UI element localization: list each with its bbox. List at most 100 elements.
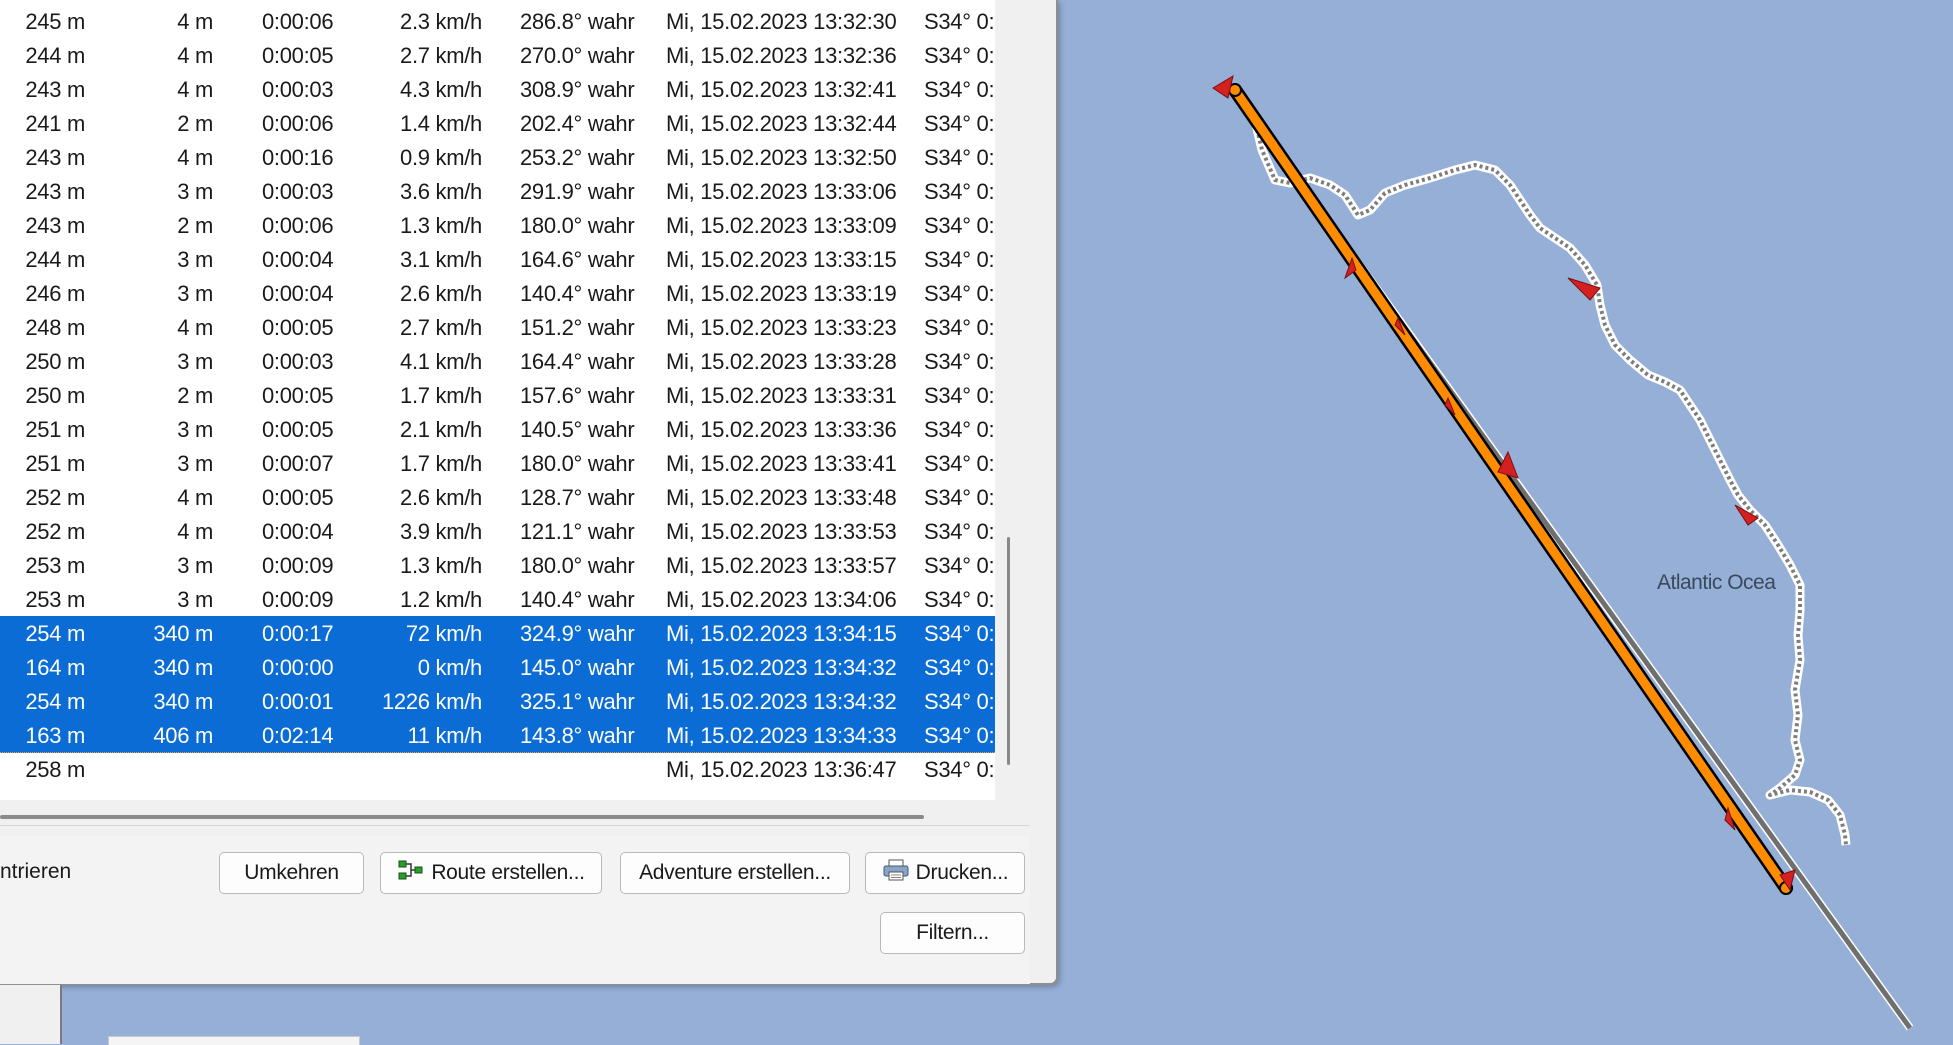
table-row[interactable]: 244 m 3 m 0:00:04 3.1 km/h 164.6° wahr Mi, 15…: [0, 242, 995, 276]
table-row[interactable]: 246 m 3 m 0:00:04 2.6 km/h 140.4° wahr Mi, 15…: [0, 276, 995, 310]
table-row[interactable]: 252 m 4 m 0:00:04 3.9 km/h 121.1° wahr Mi, 15…: [0, 514, 995, 548]
duration-cell: 0:00:05: [262, 43, 334, 68]
table-row[interactable]: 254 m 340 m 0:00:01 1226 km/h 325.1° wahr Mi,…: [0, 684, 995, 718]
course-cell: 308.9° wahr: [520, 77, 635, 102]
table-row[interactable]: 252 m 4 m 0:00:05 2.6 km/h 128.7° wahr Mi, 15…: [0, 480, 995, 514]
center-option-label[interactable]: ntrieren: [0, 860, 71, 884]
timestamp-cell: Mi, 15.02.2023 13:32:30: [666, 9, 897, 34]
position-cell: S34° 0:: [924, 757, 995, 782]
distance-cell: 3 m: [177, 417, 213, 442]
duration-cell: 0:02:14: [262, 723, 334, 748]
timestamp-cell: Mi, 15.02.2023 13:34:15: [666, 621, 897, 646]
printer-icon: [882, 858, 910, 888]
table-row[interactable]: 250 m 3 m 0:00:03 4.1 km/h 164.4° wahr Mi, 15…: [0, 344, 995, 378]
course-cell: 140.5° wahr: [520, 417, 635, 442]
table-row[interactable]: 164 m 340 m 0:00:00 0 km/h 145.0° wahr Mi, 15…: [0, 650, 995, 684]
duration-cell: 0:00:05: [262, 315, 334, 340]
vertical-scrollbar-thumb[interactable]: [1007, 537, 1010, 765]
duration-cell: 0:00:05: [262, 383, 334, 408]
reverse-button-label: Umkehren: [244, 861, 339, 884]
speed-cell: 3.9 km/h: [400, 519, 482, 544]
position-cell: S34° 0:: [924, 43, 995, 68]
position-cell: S34° 0:: [924, 689, 995, 714]
course-cell: 180.0° wahr: [520, 451, 635, 476]
recorded-track-line[interactable]: [1229, 86, 1851, 846]
distance-cell: 3 m: [177, 587, 213, 612]
table-row[interactable]: 248 m 4 m 0:00:05 2.7 km/h 151.2° wahr Mi, 15…: [0, 310, 995, 344]
table-row[interactable]: 253 m 3 m 0:00:09 1.2 km/h 140.4° wahr Mi, 15…: [0, 582, 995, 616]
duration-cell: 0:00:03: [262, 77, 334, 102]
position-cell: S34° 0:: [924, 77, 995, 102]
table-row[interactable]: 258 m Mi, 15.02.2023 13:36:47 S34° 0:: [0, 752, 995, 786]
distance-cell: 2 m: [177, 383, 213, 408]
course-cell: 145.0° wahr: [520, 655, 635, 680]
reverse-button[interactable]: Umkehren: [219, 852, 364, 894]
timestamp-cell: Mi, 15.02.2023 13:34:32: [666, 689, 897, 714]
course-cell: 325.1° wahr: [520, 689, 635, 714]
altitude-cell: 163 m: [25, 723, 85, 748]
timestamp-cell: Mi, 15.02.2023 13:32:36: [666, 43, 897, 68]
button-panel: ntrieren Umkehren Route erstellen... Adv…: [0, 836, 1030, 984]
course-cell: 128.7° wahr: [520, 485, 635, 510]
print-button[interactable]: Drucken...: [865, 852, 1025, 894]
track-points-table[interactable]: 245 m 4 m 0:00:06 2.3 km/h 286.8° wahr Mi, 15…: [0, 0, 995, 800]
altitude-cell: 243 m: [25, 213, 85, 238]
speed-cell: 2.7 km/h: [400, 43, 482, 68]
course-cell: 180.0° wahr: [520, 213, 635, 238]
create-route-button[interactable]: Route erstellen...: [380, 852, 602, 894]
position-cell: S34° 0:: [924, 179, 995, 204]
altitude-cell: 254 m: [25, 689, 85, 714]
altitude-cell: 243 m: [25, 77, 85, 102]
duration-cell: 0:00:03: [262, 179, 334, 204]
timestamp-cell: Mi, 15.02.2023 13:33:31: [666, 383, 897, 408]
distance-cell: 4 m: [177, 9, 213, 34]
speed-cell: 1.2 km/h: [400, 587, 482, 612]
course-cell: 253.2° wahr: [520, 145, 635, 170]
distance-cell: 4 m: [177, 43, 213, 68]
timestamp-cell: Mi, 15.02.2023 13:33:09: [666, 213, 897, 238]
table-row[interactable]: 244 m 4 m 0:00:05 2.7 km/h 270.0° wahr Mi, 15…: [0, 38, 995, 72]
table-row[interactable]: 250 m 2 m 0:00:05 1.7 km/h 157.6° wahr Mi, 15…: [0, 378, 995, 412]
distance-cell: 3 m: [177, 281, 213, 306]
table-row[interactable]: 163 m 406 m 0:02:14 11 km/h 143.8° wahr Mi, 1…: [0, 718, 995, 753]
timestamp-cell: Mi, 15.02.2023 13:33:28: [666, 349, 897, 374]
create-adventure-button[interactable]: Adventure erstellen...: [620, 852, 850, 894]
table-row[interactable]: 243 m 2 m 0:00:06 1.3 km/h 180.0° wahr Mi, 15…: [0, 208, 995, 242]
table-row[interactable]: 243 m 3 m 0:00:03 3.6 km/h 291.9° wahr Mi, 15…: [0, 174, 995, 208]
timestamp-cell: Mi, 15.02.2023 13:36:47: [666, 757, 897, 782]
timestamp-cell: Mi, 15.02.2023 13:33:15: [666, 247, 897, 272]
altitude-cell: 253 m: [25, 553, 85, 578]
duration-cell: 0:00:17: [262, 621, 334, 646]
horizontal-scrollbar-thumb[interactable]: [0, 815, 924, 819]
table-row[interactable]: 251 m 3 m 0:00:07 1.7 km/h 180.0° wahr Mi, 15…: [0, 446, 995, 480]
speed-cell: 2.3 km/h: [400, 9, 482, 34]
duration-cell: 0:00:06: [262, 111, 334, 136]
background-panel: [0, 985, 62, 1044]
create-adventure-button-label: Adventure erstellen...: [639, 861, 831, 884]
timestamp-cell: Mi, 15.02.2023 13:33:06: [666, 179, 897, 204]
course-cell: 140.4° wahr: [520, 281, 635, 306]
speed-cell: 0.9 km/h: [400, 145, 482, 170]
table-row[interactable]: 251 m 3 m 0:00:05 2.1 km/h 140.5° wahr Mi, 15…: [0, 412, 995, 446]
speed-cell: 3.1 km/h: [400, 247, 482, 272]
course-cell: 151.2° wahr: [520, 315, 635, 340]
table-row[interactable]: 241 m 2 m 0:00:06 1.4 km/h 202.4° wahr Mi, 15…: [0, 106, 995, 140]
table-row[interactable]: 245 m 4 m 0:00:06 2.3 km/h 286.8° wahr Mi, 15…: [0, 4, 995, 38]
duration-cell: 0:00:04: [262, 247, 334, 272]
speed-cell: 2.7 km/h: [400, 315, 482, 340]
filter-button[interactable]: Filtern...: [880, 912, 1025, 954]
course-cell: 121.1° wahr: [520, 519, 635, 544]
distance-cell: 340 m: [153, 621, 213, 646]
speed-cell: 1.3 km/h: [400, 213, 482, 238]
selected-segment[interactable]: [1230, 85, 1791, 893]
course-cell: 164.4° wahr: [520, 349, 635, 374]
table-row[interactable]: 243 m 4 m 0:00:03 4.3 km/h 308.9° wahr Mi, 15…: [0, 72, 995, 106]
position-cell: S34° 0:: [924, 553, 995, 578]
distance-cell: 4 m: [177, 519, 213, 544]
table-row[interactable]: 253 m 3 m 0:00:09 1.3 km/h 180.0° wahr Mi, 15…: [0, 548, 995, 582]
distance-cell: 4 m: [177, 145, 213, 170]
speed-cell: 1.7 km/h: [400, 451, 482, 476]
table-row[interactable]: 254 m 340 m 0:00:17 72 km/h 324.9° wahr Mi, 1…: [0, 616, 995, 650]
speed-cell: 4.1 km/h: [400, 349, 482, 374]
table-row[interactable]: 243 m 4 m 0:00:16 0.9 km/h 253.2° wahr Mi, 15…: [0, 140, 995, 174]
